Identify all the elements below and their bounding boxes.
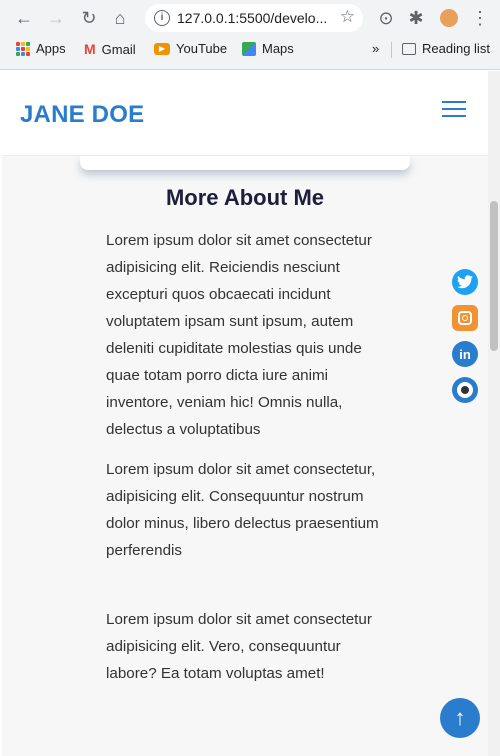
bookmark-star-icon[interactable]: ☆ bbox=[340, 7, 355, 27]
back-to-top-button[interactable]: ↑ bbox=[440, 698, 480, 738]
bookmark-label: Gmail bbox=[101, 41, 136, 57]
bookmarks-bar: Apps M Gmail ▶ YouTube Maps » Reading li… bbox=[0, 37, 500, 63]
home-icon[interactable]: ⌂ bbox=[108, 6, 132, 30]
url-text: 127.0.0.1:5500/develo... bbox=[177, 10, 328, 26]
reload-icon[interactable]: ↻ bbox=[77, 6, 101, 30]
apps-grid-icon bbox=[16, 41, 30, 56]
maps-icon bbox=[242, 41, 256, 56]
profile-card bbox=[80, 156, 410, 170]
site-logo[interactable]: JANE DOE bbox=[20, 101, 144, 129]
twitter-icon[interactable] bbox=[452, 269, 478, 295]
gmail-icon: M bbox=[84, 41, 96, 57]
hamburger-menu-icon[interactable] bbox=[442, 101, 466, 119]
page-scrollbar[interactable] bbox=[488, 71, 500, 756]
bookmark-label: YouTube bbox=[176, 41, 228, 56]
divider bbox=[391, 42, 392, 58]
reading-list-icon bbox=[402, 42, 416, 55]
scrollbar-thumb[interactable] bbox=[490, 201, 498, 351]
bookmark-maps[interactable]: Maps bbox=[242, 41, 294, 56]
bookmark-apps[interactable]: Apps bbox=[16, 41, 66, 56]
address-bar[interactable]: i 127.0.0.1:5500/develo... ☆ bbox=[145, 4, 363, 32]
bookmarks-overflow-button[interactable]: » bbox=[372, 41, 379, 56]
bookmark-label: Maps bbox=[262, 41, 294, 56]
back-arrow-icon[interactable]: ← bbox=[12, 6, 36, 30]
reading-list-button[interactable]: Reading list bbox=[402, 41, 490, 56]
browser-toolbar: ← → ↻ ⌂ i 127.0.0.1:5500/develo... ☆ ⊙ ✱… bbox=[0, 0, 500, 36]
reading-list-label: Reading list bbox=[422, 41, 490, 56]
github-icon[interactable] bbox=[452, 377, 478, 403]
site-header: JANE DOE bbox=[2, 71, 488, 156]
arrow-up-icon: ↑ bbox=[454, 705, 466, 730]
section-heading: More About Me bbox=[165, 185, 325, 210]
about-paragraph: Lorem ipsum dolor sit amet consectetur a… bbox=[106, 232, 372, 438]
profile-avatar-icon[interactable] bbox=[437, 6, 461, 30]
bookmark-label: Apps bbox=[36, 41, 66, 56]
overflow-chevron-icon: » bbox=[372, 41, 380, 56]
about-paragraph: Lorem ipsum dolor sit amet consectetur, … bbox=[106, 461, 379, 559]
bookmark-youtube[interactable]: ▶ YouTube bbox=[154, 41, 227, 56]
bookmark-gmail[interactable]: M Gmail bbox=[84, 41, 136, 57]
menu-kebab-icon[interactable]: ⋮ bbox=[468, 6, 492, 30]
site-info-icon[interactable]: i bbox=[154, 10, 170, 26]
browser-chrome: ← → ↻ ⌂ i 127.0.0.1:5500/develo... ☆ ⊙ ✱… bbox=[0, 0, 500, 70]
extension-icon[interactable]: ⊙ bbox=[374, 6, 398, 30]
puzzle-extensions-icon[interactable]: ✱ bbox=[404, 6, 428, 30]
about-section: More About Me Lorem ipsum dolor sit amet… bbox=[2, 156, 488, 756]
youtube-icon: ▶ bbox=[154, 42, 170, 55]
instagram-icon[interactable] bbox=[452, 305, 478, 331]
linkedin-icon[interactable]: in bbox=[452, 341, 478, 367]
page-viewport: JANE DOE More About Me Lorem ipsum dolor… bbox=[2, 71, 488, 756]
forward-arrow-icon[interactable]: → bbox=[44, 6, 68, 30]
about-paragraph: Lorem ipsum dolor sit amet consectetur a… bbox=[106, 611, 372, 682]
